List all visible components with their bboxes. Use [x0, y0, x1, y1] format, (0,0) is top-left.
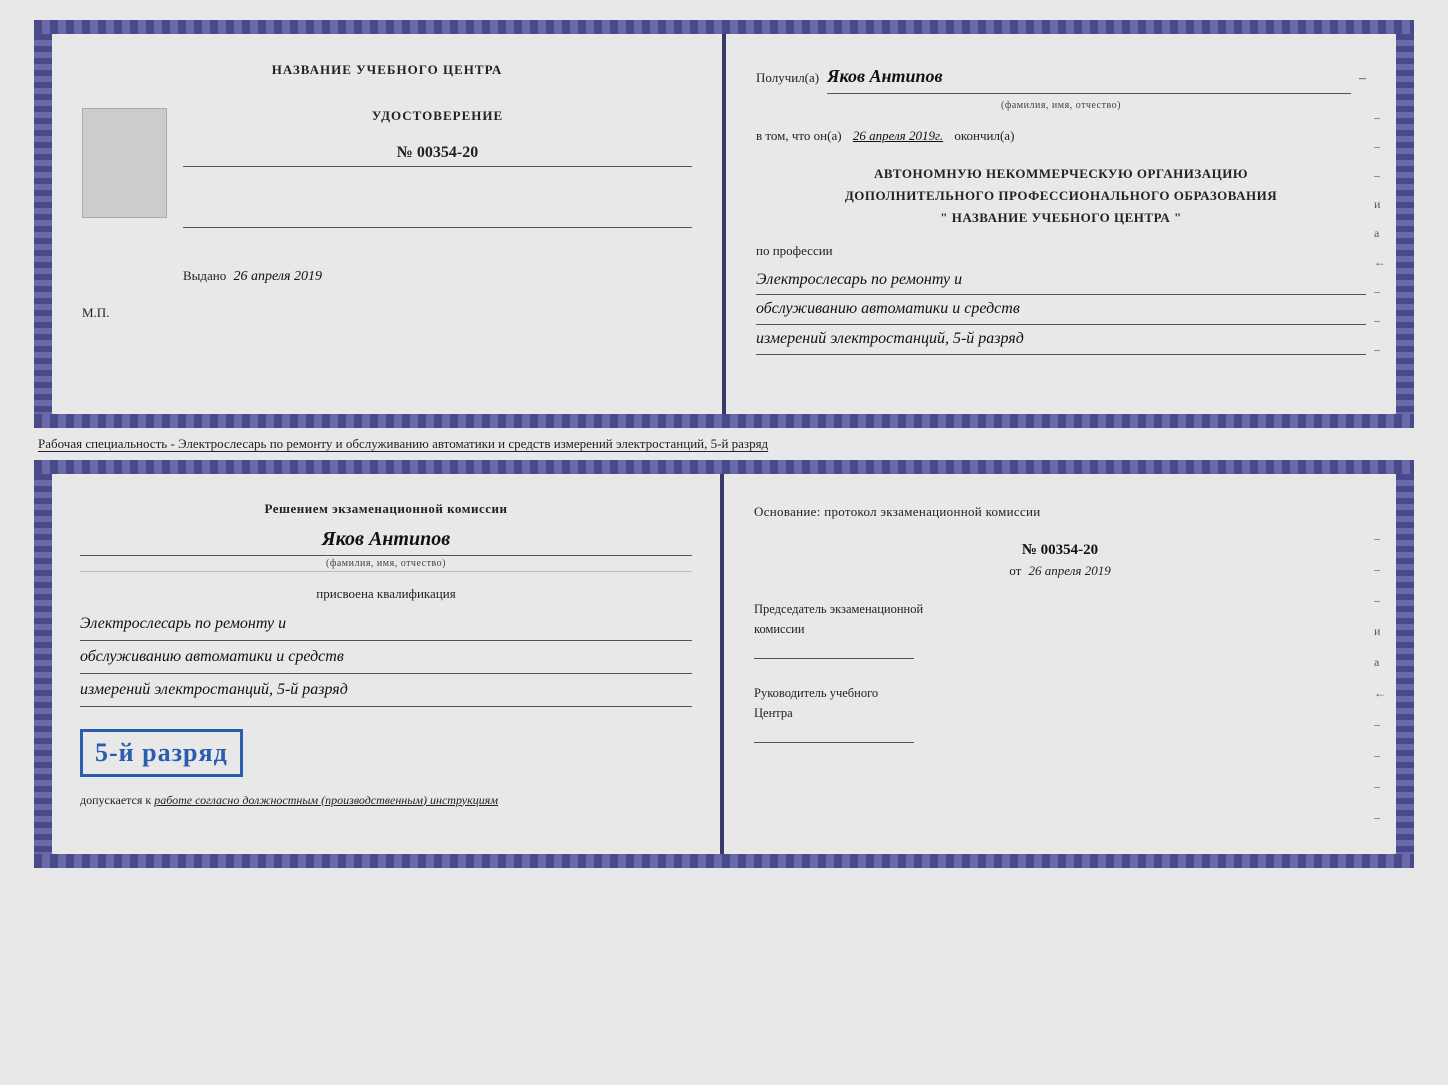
chairman-signature-line: [754, 639, 914, 659]
допускается-text: работе согласно должностным (производств…: [154, 793, 498, 807]
basis-line1: Основание: протокол экзаменационной коми…: [754, 504, 1041, 519]
chairman-line1: Председатель экзаменационной: [754, 599, 1366, 619]
basis-number: № 00354-20: [754, 542, 1366, 559]
decision-header: Решением экзаменационной комиссии: [80, 498, 692, 520]
mp-label: М.П.: [82, 305, 692, 321]
head-signature-line: [754, 723, 914, 743]
cert-type: УДОСТОВЕРЕНИЕ: [183, 108, 692, 124]
person-name: Яков Антипов: [80, 528, 692, 556]
recipient-prefix: Получил(а): [756, 68, 819, 89]
top-document: НАЗВАНИЕ УЧЕБНОГО ЦЕНТРА УДОСТОВЕРЕНИЕ №…: [34, 20, 1414, 428]
org-line1: АВТОНОМНУЮ НЕКОММЕРЧЕСКУЮ ОРГАНИЗАЦИЮ: [756, 163, 1366, 185]
side-marks: – – – и а ← – – –: [1374, 110, 1386, 357]
issued-line: Выдано 26 апреля 2019: [183, 268, 692, 285]
recipient-line: Получил(а) Яков Антипов –: [756, 62, 1366, 94]
rank-text: 5-й разряд: [95, 738, 228, 767]
bottom-right-page: Основание: протокол экзаменационной коми…: [724, 474, 1396, 854]
допускается-line: допускается к работе согласно должностны…: [80, 793, 692, 808]
basis-header: Основание: протокол экзаменационной коми…: [754, 502, 1366, 523]
left-side-decor: [34, 34, 52, 414]
top-left-page: НАЗВАНИЕ УЧЕБНОГО ЦЕНТРА УДОСТОВЕРЕНИЕ №…: [52, 34, 726, 414]
qual-line1: Электрослесарь по ремонту и: [80, 608, 692, 641]
photo-placeholder: [82, 108, 167, 218]
bottom-document: Решением экзаменационной комиссии Яков А…: [34, 460, 1414, 868]
bottom-doc-bottom-strip: [34, 854, 1414, 868]
bottom-left-side-decor: [34, 474, 52, 854]
org-quote-open: ": [940, 210, 948, 225]
profession-line2: обслуживанию автоматики и средств: [756, 295, 1366, 325]
допускается-prefix: допускается к: [80, 793, 151, 807]
name-subtitle: (фамилия, имя, отчество): [756, 98, 1366, 114]
bottom-top-strip: [34, 460, 1414, 474]
right-side-decor: [1396, 34, 1414, 414]
date-line: в том, что он(а) 26 апреля 2019г. окончи…: [756, 126, 1366, 147]
rank-section: 5-й разряд: [80, 719, 692, 787]
info-text: Рабочая специальность - Электрослесарь п…: [34, 428, 1414, 460]
cert-number: № 00354-20: [183, 144, 692, 167]
head-block: Руководитель учебного Центра: [754, 683, 1366, 749]
top-strip: [34, 20, 1414, 34]
head-line1: Руководитель учебного: [754, 683, 1366, 703]
profession-block: Электрослесарь по ремонту и обслуживанию…: [756, 266, 1366, 355]
org-block: АВТОНОМНУЮ НЕКОММЕРЧЕСКУЮ ОРГАНИЗАЦИЮ ДО…: [756, 163, 1366, 229]
basis-date: 26 апреля 2019: [1029, 563, 1111, 578]
name-subtitle-bottom: (фамилия, имя, отчество): [80, 558, 692, 572]
chairman-line2: комиссии: [754, 619, 1366, 639]
org-quote-close: ": [1174, 210, 1182, 225]
decision-line1: Решением экзаменационной комиссии: [264, 501, 507, 516]
center-label: НАЗВАНИЕ УЧЕБНОГО ЦЕНТРА: [82, 62, 692, 78]
date-suffix: окончил(а): [954, 128, 1014, 143]
profession-line3: измерений электростанций, 5-й разряд: [756, 325, 1366, 355]
rank-badge: 5-й разряд: [80, 729, 243, 777]
org-name-line: " НАЗВАНИЕ УЧЕБНОГО ЦЕНТРА ": [756, 207, 1366, 229]
bottom-side-marks: – – – и а ← – – – –: [1374, 531, 1386, 825]
head-line2: Центра: [754, 703, 1366, 723]
qual-block: Электрослесарь по ремонту и обслуживанию…: [80, 608, 692, 707]
bottom-strip: [34, 414, 1414, 428]
top-right-page: Получил(а) Яков Антипов – (фамилия, имя,…: [726, 34, 1396, 414]
org-line2: ДОПОЛНИТЕЛЬНОГО ПРОФЕССИОНАЛЬНОГО ОБРАЗО…: [756, 185, 1366, 207]
basis-date-line: от 26 апреля 2019: [754, 563, 1366, 579]
date-value: 26 апреля 2019г.: [853, 128, 943, 143]
qual-line2: обслуживанию автоматики и средств: [80, 641, 692, 674]
qual-prefix: присвоена квалификация: [80, 586, 692, 602]
dash: –: [1359, 68, 1366, 90]
chairman-block: Председатель экзаменационной комиссии: [754, 599, 1366, 665]
bottom-right-side-decor: [1396, 474, 1414, 854]
recipient-name: Яков Антипов: [827, 62, 1351, 94]
org-name: НАЗВАНИЕ УЧЕБНОГО ЦЕНТРА: [952, 210, 1171, 225]
date-prefix: в том, что он(а): [756, 128, 842, 143]
basis-date-prefix: от: [1009, 563, 1021, 578]
issued-label: Выдано: [183, 268, 226, 283]
profession-prefix: по профессии: [756, 241, 1366, 262]
profession-line1: Электрослесарь по ремонту и: [756, 266, 1366, 296]
issued-date: 26 апреля 2019: [234, 269, 322, 284]
qual-line3: измерений электростанций, 5-й разряд: [80, 674, 692, 707]
bottom-left-page: Решением экзаменационной комиссии Яков А…: [52, 474, 724, 854]
